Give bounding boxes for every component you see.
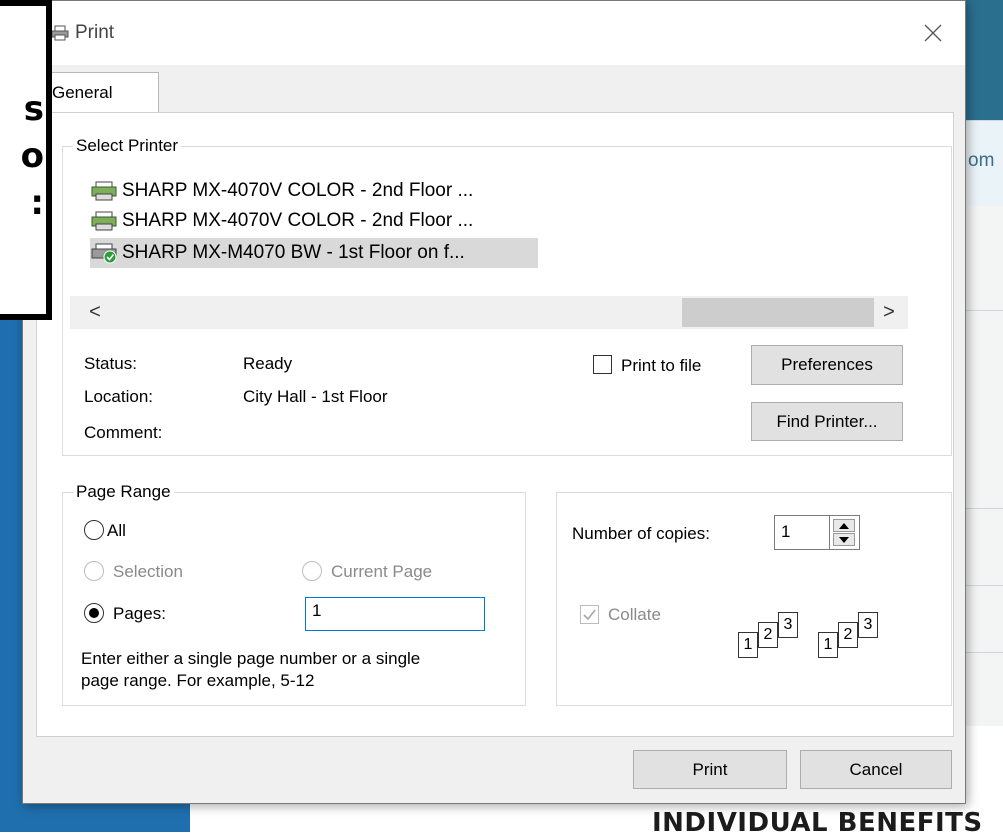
spinner-buttons (830, 515, 860, 550)
cancel-button[interactable]: Cancel (800, 750, 952, 789)
arrow-up-icon (839, 522, 849, 529)
printer-icon (91, 211, 117, 231)
page-range-help-line2: page range. For example, 5-12 (81, 671, 315, 690)
close-button[interactable] (915, 15, 951, 51)
printer-list-scrollbar[interactable]: < > (70, 296, 908, 329)
collate-page: 1 (738, 632, 758, 658)
printer-list-item-selected[interactable]: SHARP MX-M4070 BW - 1st Floor on f... (90, 238, 538, 268)
arrow-down-icon (839, 536, 849, 543)
all-radio[interactable] (84, 520, 104, 540)
collate-illustration: 1 2 3 (738, 610, 804, 662)
background-app-content (966, 206, 1003, 726)
page-range-help-line1: Enter either a single page number or a s… (81, 649, 421, 668)
find-printer-button[interactable]: Find Printer... (751, 402, 903, 441)
chevron-right-icon: > (883, 301, 895, 323)
checkmark-icon (583, 609, 596, 621)
increment-button[interactable] (833, 519, 855, 532)
collate-illustration: 1 2 3 (818, 610, 884, 662)
printer-name: SHARP MX-4070V COLOR - 2nd Floor ... (122, 180, 474, 201)
tab-general[interactable]: General (51, 72, 159, 113)
dialog-titlebar: Print (23, 1, 965, 65)
tab-label: General (52, 83, 113, 102)
comment-label: Comment: (84, 423, 163, 442)
preferences-button[interactable]: Preferences (751, 345, 903, 385)
background-divider (966, 652, 1003, 653)
background-divider (966, 585, 1003, 586)
close-icon (924, 24, 942, 42)
printer-name: SHARP MX-M4070 BW - 1st Floor on f... (122, 242, 465, 263)
dialog-title: Print (75, 22, 115, 43)
print-to-file-label: Print to file (621, 356, 702, 375)
status-value: Ready (243, 354, 293, 373)
location-value: City Hall - 1st Floor (243, 387, 388, 406)
background-divider (966, 310, 1003, 311)
printer-list-item[interactable]: SHARP MX-4070V COLOR - 2nd Floor ... (90, 176, 473, 206)
callout-text: s o : (21, 86, 44, 227)
default-printer-icon (91, 243, 117, 264)
collate-page: 2 (838, 622, 858, 648)
print-to-file-checkbox[interactable] (593, 355, 612, 374)
scroll-right-button[interactable]: > (874, 296, 904, 329)
location-label: Location: (84, 387, 153, 406)
scroll-left-button[interactable]: < (80, 296, 110, 329)
printer-icon (51, 25, 69, 41)
pages-label: Pages: (113, 604, 166, 623)
background-app-header (966, 0, 1003, 120)
callout-box: s o : (0, 0, 52, 320)
background-heading: INDIVIDUAL BENEFITS (652, 808, 983, 838)
background-tab-text: om (968, 150, 995, 171)
decrement-button[interactable] (833, 533, 855, 546)
status-label: Status: (84, 354, 137, 373)
selection-radio[interactable] (84, 561, 104, 581)
printer-name: SHARP MX-4070V COLOR - 2nd Floor ... (122, 210, 474, 231)
pages-input[interactable]: 1 (305, 597, 485, 631)
printer-list-item[interactable]: SHARP MX-4070V COLOR - 2nd Floor ... (90, 206, 473, 236)
collate-checkbox[interactable] (580, 605, 599, 624)
callout-line: s (23, 89, 44, 129)
collate-page: 3 (778, 612, 798, 638)
chevron-left-icon: < (89, 301, 101, 323)
selection-label: Selection (113, 562, 183, 581)
pages-radio[interactable] (84, 603, 104, 623)
copies-label: Number of copies: (572, 524, 710, 543)
page-range-label: Page Range (73, 482, 174, 502)
copies-spinner[interactable]: 1 (774, 515, 860, 550)
print-button[interactable]: Print (633, 750, 787, 789)
select-printer-label: Select Printer (73, 136, 182, 156)
printer-icon (91, 181, 117, 201)
collate-page: 1 (818, 632, 838, 658)
current-page-label: Current Page (331, 562, 433, 581)
callout-line: : (30, 183, 44, 223)
collate-page: 3 (858, 612, 878, 638)
collate-page: 2 (758, 622, 778, 648)
copies-input[interactable]: 1 (774, 515, 830, 550)
current-page-radio[interactable] (302, 561, 322, 581)
collate-label: Collate (608, 605, 661, 624)
scrollbar-thumb[interactable] (682, 298, 874, 327)
background-divider (966, 508, 1003, 509)
all-label: All (107, 521, 126, 540)
callout-line: o (20, 136, 44, 176)
